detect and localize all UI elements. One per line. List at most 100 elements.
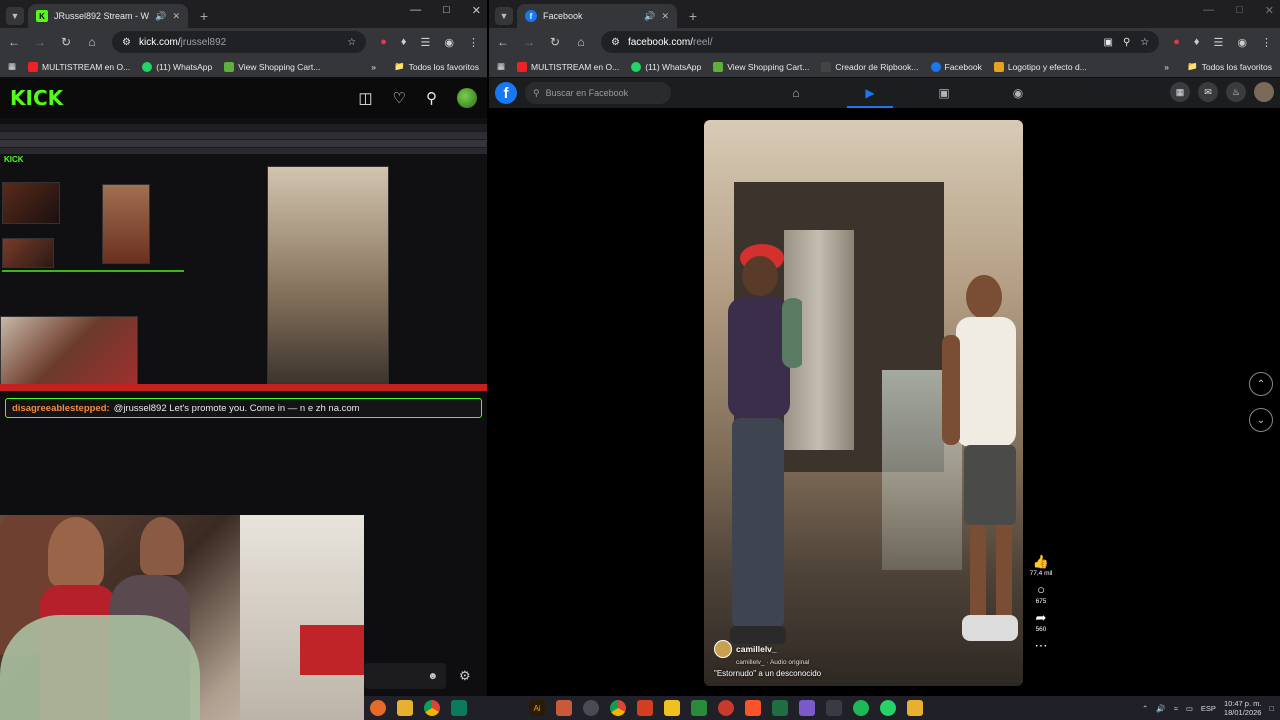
bookmark-item[interactable]: MULTISTREAM en O...	[28, 61, 130, 72]
apps-icon[interactable]: ▦	[497, 61, 505, 72]
illustrator-icon[interactable]: Ai	[529, 700, 545, 716]
back-icon[interactable]: ←	[8, 35, 20, 49]
chrome-icon[interactable]	[610, 700, 626, 716]
home-icon[interactable]: ⌂	[575, 35, 587, 49]
menu-grid-icon[interactable]: ▦	[1170, 82, 1190, 102]
whatsapp-icon[interactable]	[880, 700, 896, 716]
comment-icon[interactable]: ○	[1037, 583, 1045, 597]
user-avatar[interactable]	[457, 88, 477, 108]
bookmark-item[interactable]: View Shopping Cart...	[713, 61, 809, 72]
app-icon[interactable]	[718, 700, 734, 716]
bookmark-item[interactable]: (11) WhatsApp	[631, 61, 701, 72]
nav-marketplace-icon[interactable]: ▣	[907, 78, 981, 108]
puzzle-icon[interactable]: ♦	[401, 36, 407, 48]
app-icon[interactable]	[370, 700, 386, 716]
nav-reels-icon[interactable]: ▶	[833, 78, 907, 108]
profile-avatar[interactable]	[1254, 82, 1274, 102]
maximize-icon[interactable]: □	[1236, 4, 1243, 17]
more-bookmarks-icon[interactable]: »	[1164, 62, 1169, 72]
bookmark-item[interactable]: Creador de Ripbook...	[821, 61, 919, 72]
reload-icon[interactable]: ↻	[549, 35, 561, 49]
minimize-icon[interactable]: —	[1203, 4, 1214, 17]
minimize-icon[interactable]: —	[410, 4, 421, 17]
notifications-bell-icon[interactable]: ♨	[1226, 82, 1246, 102]
author-name[interactable]: camillelv_	[736, 644, 777, 654]
brave-icon[interactable]	[745, 700, 761, 716]
volume-icon[interactable]: 🔊	[1156, 704, 1165, 713]
app-icon[interactable]	[664, 700, 680, 716]
audio-label[interactable]: camillelv_ · Audio original	[736, 659, 983, 666]
reload-icon[interactable]: ↻	[60, 35, 72, 49]
previous-reel-icon[interactable]: ⌃	[1249, 372, 1273, 396]
language-indicator[interactable]: ESP	[1201, 704, 1216, 713]
bookmark-item[interactable]: View Shopping Cart...	[224, 61, 320, 72]
home-icon[interactable]: ⌂	[86, 35, 98, 49]
chrome-icon[interactable]	[424, 700, 440, 716]
app-icon[interactable]	[451, 700, 467, 716]
forward-icon[interactable]: →	[34, 35, 46, 49]
zoom-icon[interactable]: ⚲	[1123, 37, 1130, 48]
next-reel-icon[interactable]: ⌄	[1249, 408, 1273, 432]
nav-gaming-icon[interactable]: ◉	[981, 78, 1055, 108]
app-icon[interactable]	[556, 700, 572, 716]
notifications-icon[interactable]: □	[1269, 704, 1274, 713]
spotify-icon[interactable]	[853, 700, 869, 716]
chat-input[interactable]: ☻	[364, 663, 446, 689]
reading-list-icon[interactable]: ☰	[1214, 36, 1224, 49]
apps-icon[interactable]: ▦	[8, 61, 16, 72]
bookmark-item[interactable]: MULTISTREAM en O...	[517, 61, 619, 72]
tab-search-button[interactable]: ▼	[495, 7, 513, 25]
site-info-icon[interactable]: ⚙	[611, 37, 620, 48]
more-bookmarks-icon[interactable]: »	[371, 62, 376, 72]
new-tab-button[interactable]: +	[194, 4, 214, 28]
share-icon[interactable]: ➦	[1036, 611, 1047, 625]
share-action[interactable]: ➦ 560	[1036, 611, 1047, 634]
bookmark-star-icon[interactable]: ☆	[1140, 37, 1149, 48]
close-window-icon[interactable]: ✕	[472, 4, 481, 17]
close-tab-icon[interactable]: ✕	[172, 11, 180, 22]
excel-icon[interactable]	[772, 700, 788, 716]
wifi-icon[interactable]: ≈	[1174, 704, 1178, 713]
reel-video[interactable]: camillelv_ camillelv_ · Audio original "…	[704, 120, 1023, 686]
more-action[interactable]: ⋯	[1035, 639, 1048, 653]
show-hidden-icons-icon[interactable]: ⌃	[1142, 704, 1148, 713]
chat-settings-gear-icon[interactable]: ⚙	[459, 668, 471, 684]
close-tab-icon[interactable]: ✕	[661, 11, 669, 22]
reading-list-icon[interactable]: ☰	[421, 36, 431, 49]
like-action[interactable]: 👍 77,4 mil	[1030, 555, 1053, 578]
battery-icon[interactable]: ▭	[1186, 704, 1193, 713]
following-heart-icon[interactable]: ♡	[393, 89, 406, 107]
chat-username[interactable]: disagreeablestepped:	[12, 403, 110, 414]
author-avatar[interactable]	[714, 640, 732, 658]
extension-icon[interactable]: ●	[380, 36, 387, 48]
tab-facebook[interactable]: f Facebook 🔊 ✕	[517, 4, 677, 28]
more-dots-icon[interactable]: ⋯	[1035, 639, 1048, 653]
stream-video[interactable]: KICK	[0, 118, 487, 394]
app-icon[interactable]	[826, 700, 842, 716]
comment-action[interactable]: ○ 675	[1036, 583, 1047, 606]
maximize-icon[interactable]: □	[443, 4, 450, 17]
address-bar[interactable]: ⚙ kick.com/jrussel892 ☆	[112, 31, 367, 53]
thumbs-up-icon[interactable]: 👍	[1033, 555, 1049, 569]
messenger-icon[interactable]: ✉	[1198, 82, 1218, 102]
site-info-icon[interactable]: ⚙	[122, 37, 131, 48]
app-icon[interactable]	[691, 700, 707, 716]
bookmark-star-icon[interactable]: ☆	[347, 37, 356, 48]
bookmarks-folder[interactable]: 📁 Todos los favoritos	[394, 61, 479, 72]
emoji-icon[interactable]: ☻	[427, 671, 438, 682]
kick-logo[interactable]: KICK	[10, 86, 63, 110]
close-window-icon[interactable]: ✕	[1265, 4, 1274, 17]
menu-icon[interactable]: ⋮	[1261, 36, 1272, 49]
puzzle-icon[interactable]: ♦	[1194, 36, 1200, 48]
search-icon[interactable]: ⚲	[426, 89, 437, 107]
speaker-icon[interactable]: 🔊	[155, 11, 166, 22]
facebook-logo[interactable]: f	[495, 82, 517, 104]
facebook-search-input[interactable]: ⚲ Buscar en Facebook	[525, 82, 671, 104]
file-explorer-icon[interactable]	[397, 700, 413, 716]
menu-icon[interactable]: ⋮	[468, 36, 479, 49]
bookmark-item[interactable]: Facebook	[930, 61, 982, 72]
browse-icon[interactable]: ◫	[358, 89, 372, 107]
tab-search-button[interactable]: ▼	[6, 7, 24, 25]
app-icon[interactable]	[583, 700, 599, 716]
profile-icon[interactable]: ◉	[444, 36, 454, 49]
